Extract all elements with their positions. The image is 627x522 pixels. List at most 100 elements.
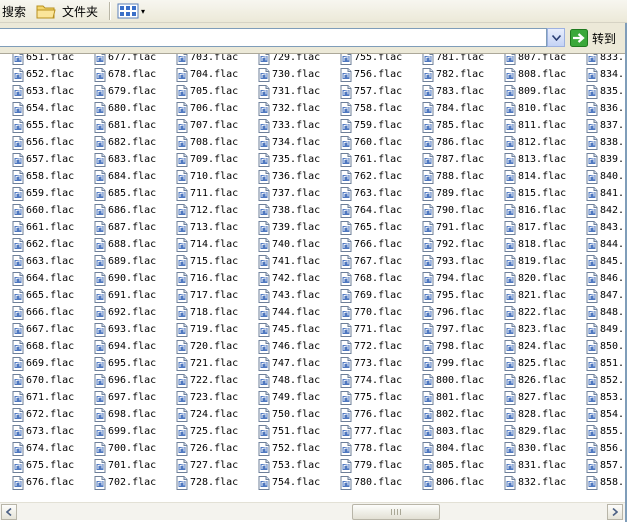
file-item[interactable]: 716.flac: [176, 270, 238, 287]
file-item[interactable]: 653.flac: [12, 83, 74, 100]
file-item[interactable]: 789.flac: [422, 185, 484, 202]
file-item[interactable]: 700.flac: [94, 440, 156, 457]
file-item[interactable]: 782.flac: [422, 66, 484, 83]
file-item[interactable]: 746.flac: [258, 338, 320, 355]
file-item[interactable]: 736.flac: [258, 168, 320, 185]
file-item[interactable]: 792.flac: [422, 236, 484, 253]
file-item[interactable]: 751.flac: [258, 423, 320, 440]
file-item[interactable]: 819.flac: [504, 253, 566, 270]
file-item[interactable]: 711.flac: [176, 185, 238, 202]
address-dropdown-button[interactable]: [547, 28, 565, 47]
file-item[interactable]: 698.flac: [94, 406, 156, 423]
file-item[interactable]: 703.flac: [176, 54, 238, 66]
file-item[interactable]: 763.flac: [340, 185, 402, 202]
file-item[interactable]: 722.flac: [176, 372, 238, 389]
file-item[interactable]: 824.flac: [504, 338, 566, 355]
file-item[interactable]: 669.flac: [12, 355, 74, 372]
file-item[interactable]: 784.flac: [422, 100, 484, 117]
file-item[interactable]: 678.flac: [94, 66, 156, 83]
file-item[interactable]: 790.flac: [422, 202, 484, 219]
file-item[interactable]: 652.flac: [12, 66, 74, 83]
file-item[interactable]: 837.: [586, 117, 624, 134]
file-item[interactable]: 666.flac: [12, 304, 74, 321]
file-item[interactable]: 657.flac: [12, 151, 74, 168]
file-item[interactable]: 828.flac: [504, 406, 566, 423]
file-item[interactable]: 745.flac: [258, 321, 320, 338]
file-item[interactable]: 839.: [586, 151, 624, 168]
file-item[interactable]: 670.flac: [12, 372, 74, 389]
file-item[interactable]: 797.flac: [422, 321, 484, 338]
file-item[interactable]: 856.: [586, 440, 624, 457]
file-item[interactable]: 743.flac: [258, 287, 320, 304]
file-item[interactable]: 840.: [586, 168, 624, 185]
file-item[interactable]: 798.flac: [422, 338, 484, 355]
file-item[interactable]: 814.flac: [504, 168, 566, 185]
file-item[interactable]: 717.flac: [176, 287, 238, 304]
file-item[interactable]: 831.flac: [504, 457, 566, 474]
file-item[interactable]: 692.flac: [94, 304, 156, 321]
file-item[interactable]: 773.flac: [340, 355, 402, 372]
file-item[interactable]: 710.flac: [176, 168, 238, 185]
file-item[interactable]: 841.: [586, 185, 624, 202]
file-item[interactable]: 740.flac: [258, 236, 320, 253]
file-item[interactable]: 834.: [586, 66, 624, 83]
file-item[interactable]: 771.flac: [340, 321, 402, 338]
file-item[interactable]: 726.flac: [176, 440, 238, 457]
file-item[interactable]: 665.flac: [12, 287, 74, 304]
file-item[interactable]: 661.flac: [12, 219, 74, 236]
file-item[interactable]: 780.flac: [340, 474, 402, 491]
file-item[interactable]: 854.: [586, 406, 624, 423]
file-item[interactable]: 664.flac: [12, 270, 74, 287]
file-item[interactable]: 723.flac: [176, 389, 238, 406]
views-button[interactable]: ▾: [117, 0, 145, 22]
file-item[interactable]: 679.flac: [94, 83, 156, 100]
file-item[interactable]: 715.flac: [176, 253, 238, 270]
file-item[interactable]: 804.flac: [422, 440, 484, 457]
file-item[interactable]: 810.flac: [504, 100, 566, 117]
file-item[interactable]: 734.flac: [258, 134, 320, 151]
scroll-left-button[interactable]: [1, 504, 17, 520]
file-item[interactable]: 659.flac: [12, 185, 74, 202]
file-item[interactable]: 756.flac: [340, 66, 402, 83]
file-item[interactable]: 760.flac: [340, 134, 402, 151]
file-item[interactable]: 772.flac: [340, 338, 402, 355]
file-item[interactable]: 815.flac: [504, 185, 566, 202]
file-item[interactable]: 762.flac: [340, 168, 402, 185]
file-item[interactable]: 803.flac: [422, 423, 484, 440]
file-item[interactable]: 719.flac: [176, 321, 238, 338]
file-item[interactable]: 732.flac: [258, 100, 320, 117]
folders-button[interactable]: 文件夹: [36, 0, 98, 22]
file-item[interactable]: 813.flac: [504, 151, 566, 168]
file-item[interactable]: 811.flac: [504, 117, 566, 134]
file-item[interactable]: 718.flac: [176, 304, 238, 321]
file-item[interactable]: 825.flac: [504, 355, 566, 372]
file-item[interactable]: 749.flac: [258, 389, 320, 406]
file-item[interactable]: 826.flac: [504, 372, 566, 389]
file-item[interactable]: 853.: [586, 389, 624, 406]
file-item[interactable]: 755.flac: [340, 54, 402, 66]
file-item[interactable]: 707.flac: [176, 117, 238, 134]
file-item[interactable]: 704.flac: [176, 66, 238, 83]
file-item[interactable]: 735.flac: [258, 151, 320, 168]
file-item[interactable]: 690.flac: [94, 270, 156, 287]
file-item[interactable]: 673.flac: [12, 423, 74, 440]
file-item[interactable]: 660.flac: [12, 202, 74, 219]
file-item[interactable]: 672.flac: [12, 406, 74, 423]
file-item[interactable]: 767.flac: [340, 253, 402, 270]
file-item[interactable]: 807.flac: [504, 54, 566, 66]
file-item[interactable]: 691.flac: [94, 287, 156, 304]
file-item[interactable]: 838.: [586, 134, 624, 151]
file-item[interactable]: 820.flac: [504, 270, 566, 287]
file-item[interactable]: 781.flac: [422, 54, 484, 66]
file-item[interactable]: 676.flac: [12, 474, 74, 491]
file-item[interactable]: 843.: [586, 219, 624, 236]
file-item[interactable]: 725.flac: [176, 423, 238, 440]
file-item[interactable]: 696.flac: [94, 372, 156, 389]
file-item[interactable]: 776.flac: [340, 406, 402, 423]
file-item[interactable]: 733.flac: [258, 117, 320, 134]
file-item[interactable]: 757.flac: [340, 83, 402, 100]
search-button[interactable]: 搜索: [2, 0, 26, 22]
file-item[interactable]: 812.flac: [504, 134, 566, 151]
file-item[interactable]: 835.: [586, 83, 624, 100]
file-item[interactable]: 687.flac: [94, 219, 156, 236]
